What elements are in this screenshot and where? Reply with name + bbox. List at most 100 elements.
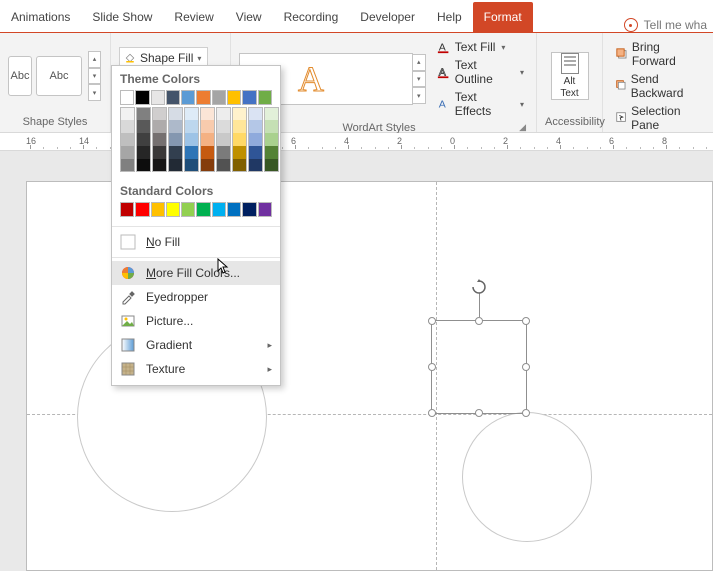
no-fill-item[interactable]: No Fill bbox=[112, 230, 280, 254]
color-swatch[interactable] bbox=[168, 107, 183, 120]
picture-item[interactable]: Picture... bbox=[112, 309, 280, 333]
dialog-launcher-icon[interactable]: ◢ bbox=[519, 122, 526, 133]
color-swatch[interactable] bbox=[184, 146, 199, 159]
color-swatch[interactable] bbox=[216, 107, 231, 120]
resize-handle[interactable] bbox=[428, 317, 436, 325]
tab-review[interactable]: Review bbox=[163, 2, 224, 32]
tab-recording[interactable]: Recording bbox=[273, 2, 350, 32]
color-swatch[interactable] bbox=[120, 159, 135, 172]
color-swatch[interactable] bbox=[184, 133, 199, 146]
color-swatch[interactable] bbox=[248, 146, 263, 159]
color-swatch[interactable] bbox=[212, 202, 226, 217]
color-swatch[interactable] bbox=[200, 146, 215, 159]
color-swatch[interactable] bbox=[136, 107, 151, 120]
color-swatch[interactable] bbox=[216, 159, 231, 172]
rotation-handle[interactable] bbox=[471, 279, 487, 295]
color-swatch[interactable] bbox=[152, 159, 167, 172]
tab-slideshow[interactable]: Slide Show bbox=[81, 2, 163, 32]
color-swatch[interactable] bbox=[120, 146, 135, 159]
text-effects-button[interactable]: A Text Effects ▾ bbox=[433, 89, 528, 119]
color-swatch[interactable] bbox=[184, 120, 199, 133]
color-swatch[interactable] bbox=[232, 146, 247, 159]
color-swatch[interactable] bbox=[181, 202, 195, 217]
color-swatch[interactable] bbox=[264, 159, 279, 172]
eyedropper-item[interactable]: Eyedropper bbox=[112, 285, 280, 309]
color-swatch[interactable] bbox=[216, 146, 231, 159]
color-swatch[interactable] bbox=[184, 107, 199, 120]
shape-style-gallery[interactable]: Abc Abc ▴ ▾ ▾ bbox=[8, 51, 101, 101]
tab-view[interactable]: View bbox=[225, 2, 273, 32]
color-swatch[interactable] bbox=[120, 133, 135, 146]
color-swatch[interactable] bbox=[227, 90, 241, 105]
tab-help[interactable]: Help bbox=[426, 2, 473, 32]
color-swatch[interactable] bbox=[151, 90, 165, 105]
color-swatch[interactable] bbox=[181, 90, 195, 105]
gallery-down-button[interactable]: ▾ bbox=[88, 68, 101, 85]
color-swatch[interactable] bbox=[168, 120, 183, 133]
bring-forward-button[interactable]: Bring Forward bbox=[611, 39, 705, 69]
shape-circle-partial[interactable] bbox=[462, 412, 592, 542]
color-swatch[interactable] bbox=[135, 90, 149, 105]
color-swatch[interactable] bbox=[136, 146, 151, 159]
color-swatch[interactable] bbox=[216, 133, 231, 146]
color-swatch[interactable] bbox=[242, 202, 256, 217]
alt-text-button[interactable]: Alt Text bbox=[551, 52, 589, 100]
selection-rectangle[interactable] bbox=[431, 320, 527, 414]
shape-style-swatch[interactable]: Abc bbox=[8, 56, 32, 96]
more-fill-colors-item[interactable]: More Fill Colors... bbox=[112, 261, 280, 285]
color-swatch[interactable] bbox=[136, 120, 151, 133]
color-swatch[interactable] bbox=[152, 107, 167, 120]
color-swatch[interactable] bbox=[264, 107, 279, 120]
resize-handle[interactable] bbox=[428, 363, 436, 371]
color-swatch[interactable] bbox=[264, 146, 279, 159]
color-swatch[interactable] bbox=[227, 202, 241, 217]
color-swatch[interactable] bbox=[152, 146, 167, 159]
text-fill-button[interactable]: A Text Fill ▾ bbox=[433, 39, 528, 55]
color-swatch[interactable] bbox=[200, 120, 215, 133]
color-swatch[interactable] bbox=[166, 202, 180, 217]
color-swatch[interactable] bbox=[151, 202, 165, 217]
color-swatch[interactable] bbox=[264, 120, 279, 133]
texture-item[interactable]: Texture ▸ bbox=[112, 357, 280, 381]
color-swatch[interactable] bbox=[168, 146, 183, 159]
color-swatch[interactable] bbox=[120, 107, 135, 120]
color-swatch[interactable] bbox=[135, 202, 149, 217]
gradient-item[interactable]: Gradient ▸ bbox=[112, 333, 280, 357]
color-swatch[interactable] bbox=[136, 159, 151, 172]
color-swatch[interactable] bbox=[232, 107, 247, 120]
wordart-up-button[interactable]: ▴ bbox=[412, 54, 426, 71]
color-swatch[interactable] bbox=[248, 159, 263, 172]
color-swatch[interactable] bbox=[200, 159, 215, 172]
color-swatch[interactable] bbox=[120, 120, 135, 133]
color-swatch[interactable] bbox=[232, 133, 247, 146]
color-swatch[interactable] bbox=[184, 159, 199, 172]
resize-handle[interactable] bbox=[522, 363, 530, 371]
resize-handle[interactable] bbox=[475, 409, 483, 417]
text-outline-button[interactable]: A Text Outline ▾ bbox=[433, 57, 528, 87]
resize-handle[interactable] bbox=[475, 317, 483, 325]
tab-format[interactable]: Format bbox=[473, 2, 533, 32]
color-swatch[interactable] bbox=[136, 133, 151, 146]
color-swatch[interactable] bbox=[120, 90, 134, 105]
tell-me-search[interactable]: Tell me wha bbox=[624, 18, 713, 32]
color-swatch[interactable] bbox=[120, 202, 134, 217]
color-swatch[interactable] bbox=[200, 133, 215, 146]
color-swatch[interactable] bbox=[248, 133, 263, 146]
color-swatch[interactable] bbox=[264, 133, 279, 146]
color-swatch[interactable] bbox=[232, 120, 247, 133]
color-swatch[interactable] bbox=[168, 159, 183, 172]
color-swatch[interactable] bbox=[166, 90, 180, 105]
gallery-more-button[interactable]: ▾ bbox=[88, 84, 101, 101]
color-swatch[interactable] bbox=[168, 133, 183, 146]
color-swatch[interactable] bbox=[242, 90, 256, 105]
color-swatch[interactable] bbox=[212, 90, 226, 105]
gallery-up-button[interactable]: ▴ bbox=[88, 51, 101, 68]
color-swatch[interactable] bbox=[248, 120, 263, 133]
color-swatch[interactable] bbox=[152, 133, 167, 146]
color-swatch[interactable] bbox=[152, 120, 167, 133]
color-swatch[interactable] bbox=[196, 202, 210, 217]
shape-style-swatch[interactable]: Abc bbox=[36, 56, 82, 96]
color-swatch[interactable] bbox=[258, 202, 272, 217]
selection-pane-button[interactable]: Selection Pane bbox=[611, 103, 705, 133]
color-swatch[interactable] bbox=[196, 90, 210, 105]
